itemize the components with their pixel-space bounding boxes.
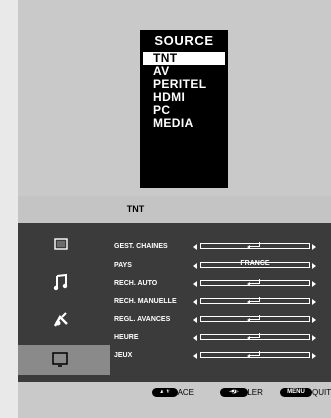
footer-move-label: DPLACE bbox=[162, 388, 195, 397]
left-arrow-icon[interactable] bbox=[193, 335, 197, 341]
enter-icon bbox=[250, 333, 260, 338]
row-label-heure[interactable]: HEURE bbox=[114, 334, 139, 341]
footer-hints: ▲▼ DPLACE ◀▶ REGLER MENU QUITTER bbox=[18, 382, 331, 402]
row-label-rech-manuelle[interactable]: RECH. MANUELLE bbox=[114, 298, 177, 305]
menu-title: TNT bbox=[126, 204, 145, 214]
enter-arrow-icon bbox=[247, 245, 250, 249]
row-label-pays[interactable]: PAYS bbox=[114, 262, 132, 269]
left-arrow-icon[interactable] bbox=[193, 353, 197, 359]
enter-arrow-icon bbox=[247, 318, 250, 322]
enter-arrow-icon bbox=[247, 354, 250, 358]
footer-adjust-label: REGLER bbox=[230, 388, 263, 397]
settings-menu: TNT GEST. CHAINES PAYS FRANCE RECH. AUTO… bbox=[18, 196, 331, 382]
right-arrow-icon[interactable] bbox=[312, 281, 316, 287]
source-list: TNT AV PERITEL HDMI PC MEDIA bbox=[143, 52, 225, 130]
right-arrow-icon[interactable] bbox=[312, 335, 316, 341]
source-menu: SOURCE TNT AV PERITEL HDMI PC MEDIA bbox=[140, 30, 228, 188]
menu-button-icon: MENU bbox=[280, 388, 312, 397]
right-arrow-icon[interactable] bbox=[312, 244, 316, 250]
enter-icon bbox=[250, 351, 260, 356]
picture-icon[interactable] bbox=[46, 235, 74, 257]
enter-arrow-icon bbox=[247, 282, 250, 286]
row-value-pays: FRANCE bbox=[240, 260, 270, 267]
side-tabs bbox=[18, 223, 110, 382]
row-label-rech-auto[interactable]: RECH. AUTO bbox=[114, 280, 157, 287]
enter-icon bbox=[250, 242, 260, 247]
left-arrow-icon[interactable] bbox=[193, 317, 197, 323]
footer-quit-label: QUITTER bbox=[312, 388, 331, 397]
right-arrow-icon[interactable] bbox=[312, 299, 316, 305]
side-tab-selected[interactable] bbox=[18, 345, 110, 375]
row-label-jeux[interactable]: JEUX bbox=[114, 352, 132, 359]
enter-icon bbox=[250, 297, 260, 302]
settings-icon[interactable] bbox=[46, 309, 74, 331]
enter-arrow-icon bbox=[247, 300, 250, 304]
enter-icon bbox=[250, 279, 260, 284]
row-label-regl-avances[interactable]: REGL. AVANCES bbox=[114, 316, 170, 323]
enter-icon bbox=[250, 315, 260, 320]
left-arrow-icon[interactable] bbox=[193, 263, 197, 269]
right-arrow-icon[interactable] bbox=[312, 317, 316, 323]
source-title: SOURCE bbox=[154, 33, 214, 48]
row-label-gest-chaines[interactable]: GEST. CHAINES bbox=[114, 243, 168, 250]
menu-header: TNT bbox=[18, 196, 331, 223]
left-arrow-icon[interactable] bbox=[193, 299, 197, 305]
enter-arrow-icon bbox=[247, 336, 250, 340]
tv-icon bbox=[46, 349, 74, 371]
right-arrow-icon[interactable] bbox=[312, 353, 316, 359]
source-item-media[interactable]: MEDIA bbox=[143, 117, 225, 130]
music-icon[interactable] bbox=[46, 271, 74, 293]
right-arrow-icon[interactable] bbox=[312, 263, 316, 269]
left-arrow-icon[interactable] bbox=[193, 281, 197, 287]
left-arrow-icon[interactable] bbox=[193, 244, 197, 250]
